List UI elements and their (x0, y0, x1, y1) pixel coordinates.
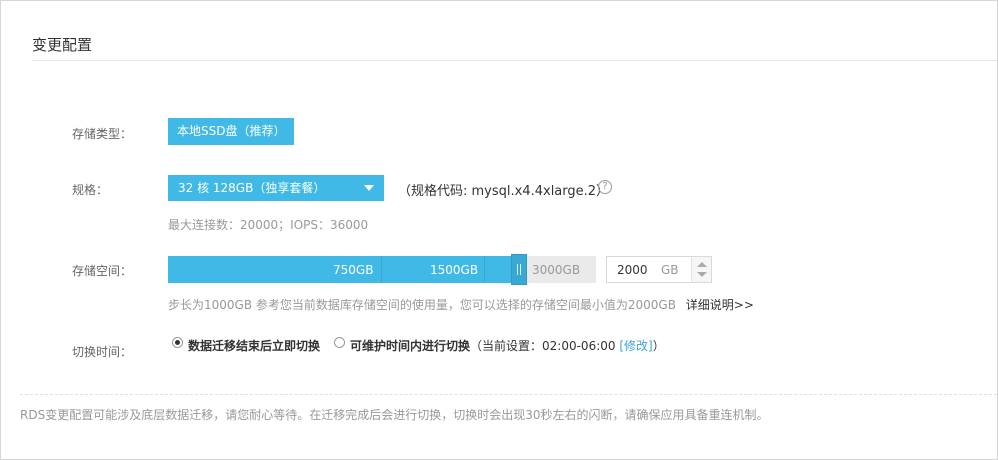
storage-size-value[interactable]: 2000 (617, 263, 648, 277)
storage-size-input[interactable]: 2000 GB (606, 256, 712, 283)
slider-segment-divider (484, 256, 485, 283)
radio-immediate[interactable] (172, 337, 183, 348)
caret-down-icon (364, 185, 374, 191)
spec-label: 规格： (72, 183, 109, 197)
window-frame (0, 0, 998, 460)
current-setting-prefix: （当前设置：02:00-06:00 (470, 339, 620, 353)
storage-hint: 步长为1000GB 参考您当前数据库存储空间的使用量，您可以选择的存储空间最小值… (168, 296, 754, 313)
option-maintenance: 可维护时间内进行切换（当前设置：02:00-06:00 [修改]） (350, 337, 665, 354)
footer-divider (20, 394, 997, 395)
title-divider (32, 60, 997, 61)
spec-hint: 最大连接数：20000；IOPS：36000 (168, 218, 369, 232)
slider-tick-750: 750GB (333, 263, 374, 277)
slider-tick-1500: 1500GB (430, 263, 479, 277)
current-setting-suffix: ） (652, 339, 665, 353)
storage-size-stepper[interactable] (691, 257, 711, 282)
switch-time-label: 切换时间： (72, 345, 133, 359)
spec-dropdown-value: 32 核 128GB（独享套餐） (178, 181, 326, 195)
grip-line-icon (517, 264, 518, 275)
spec-dropdown[interactable]: 32 核 128GB（独享套餐） (168, 175, 384, 201)
storage-slider[interactable]: 750GB 1500GB 3000GB (168, 254, 596, 285)
storage-space-label: 存储空间： (72, 264, 133, 278)
grip-line-icon (520, 264, 521, 275)
question-circle-icon[interactable]: ? (598, 180, 612, 194)
slider-tick-3000: 3000GB (532, 263, 581, 277)
storage-size-unit: GB (661, 263, 679, 277)
option-immediate-label[interactable]: 数据迁移结束后立即切换 (188, 337, 320, 354)
arrow-up-icon[interactable] (697, 262, 707, 267)
radio-maintenance[interactable] (334, 337, 345, 348)
storage-type-label: 存储类型： (72, 127, 133, 141)
storage-hint-text: 步长为1000GB 参考您当前数据库存储空间的使用量，您可以选择的存储空间最小值… (168, 298, 676, 312)
slider-handle[interactable] (511, 254, 527, 285)
option-maintenance-label[interactable]: 可维护时间内进行切换 (350, 339, 470, 353)
arrow-down-icon[interactable] (697, 272, 707, 277)
spec-code-text: （规格代码: mysql.x4.4xlarge.2） (398, 184, 610, 199)
page-title: 变更配置 (32, 36, 93, 54)
slider-segment-divider (381, 256, 382, 283)
migration-note: RDS变更配置可能涉及底层数据迁移，请您耐心等待。在迁移完成后会进行切换，切换时… (20, 408, 769, 422)
storage-type-ssd-button[interactable]: 本地SSD盘（推荐） (168, 118, 295, 145)
storage-detail-link[interactable]: 详细说明>> (686, 298, 754, 312)
modify-link[interactable]: [修改] (619, 339, 652, 353)
